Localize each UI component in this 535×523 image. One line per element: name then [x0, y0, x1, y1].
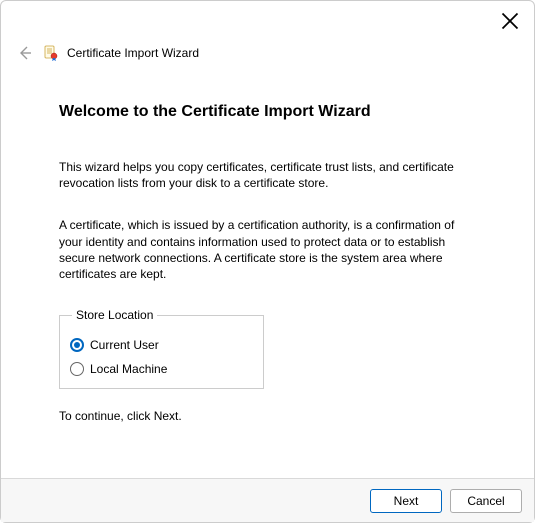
radio-local-machine[interactable]: Local Machine	[70, 362, 253, 376]
wizard-header: Certificate Import Wizard	[1, 1, 534, 63]
cancel-button[interactable]: Cancel	[450, 489, 522, 513]
radio-current-user-label: Current User	[90, 338, 159, 352]
back-button[interactable]	[15, 43, 35, 63]
next-button[interactable]: Next	[370, 489, 442, 513]
radio-local-machine-label: Local Machine	[90, 362, 167, 376]
radio-icon	[70, 362, 84, 376]
intro-paragraph-1: This wizard helps you copy certificates,…	[59, 159, 476, 191]
intro-paragraph-2: A certificate, which is issued by a cert…	[59, 217, 476, 282]
certificate-icon	[43, 45, 59, 61]
back-arrow-icon	[17, 45, 33, 61]
page-title: Welcome to the Certificate Import Wizard	[59, 103, 476, 121]
radio-icon	[70, 338, 84, 352]
wizard-footer: Next Cancel	[1, 478, 534, 522]
store-location-legend: Store Location	[72, 308, 157, 322]
continue-text: To continue, click Next.	[59, 409, 476, 423]
close-icon	[498, 9, 522, 33]
store-location-group: Store Location Current User Local Machin…	[59, 308, 264, 389]
wizard-content: Welcome to the Certificate Import Wizard…	[1, 63, 534, 423]
radio-current-user[interactable]: Current User	[70, 338, 253, 352]
close-button[interactable]	[498, 9, 522, 33]
wizard-header-title: Certificate Import Wizard	[67, 46, 199, 60]
